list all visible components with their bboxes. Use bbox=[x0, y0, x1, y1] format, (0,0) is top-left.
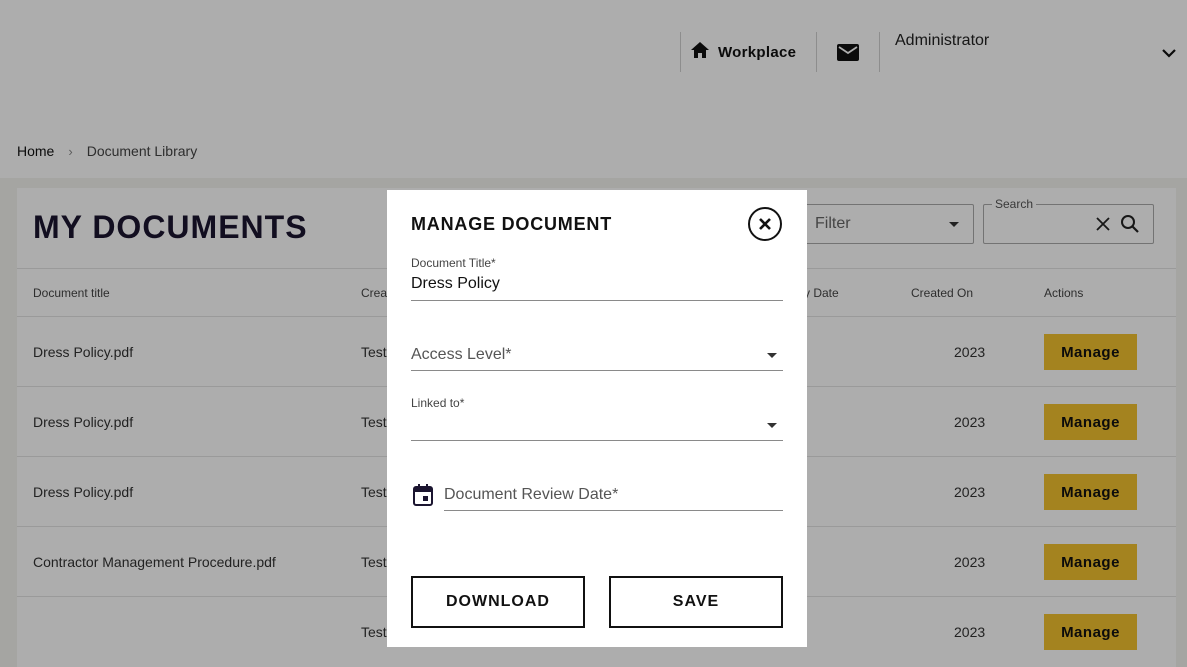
linked-to-select[interactable]: Linked to* bbox=[411, 396, 783, 441]
close-icon[interactable] bbox=[748, 207, 782, 241]
modal-title: MANAGE DOCUMENT bbox=[411, 214, 612, 234]
linked-to-label: Linked to* bbox=[411, 396, 465, 410]
document-title-value: Dress Policy bbox=[411, 275, 500, 292]
access-level-select[interactable]: Access Level* bbox=[411, 340, 783, 371]
access-level-placeholder: Access Level* bbox=[411, 346, 512, 363]
caret-down-icon bbox=[767, 353, 777, 358]
caret-down-icon bbox=[767, 423, 777, 428]
download-button[interactable]: DOWNLOAD bbox=[411, 576, 585, 628]
document-title-label: Document Title* bbox=[411, 256, 496, 270]
review-date-placeholder: Document Review Date* bbox=[444, 486, 619, 503]
manage-document-modal: MANAGE DOCUMENT Document Title* Dress Po… bbox=[387, 190, 807, 647]
save-button[interactable]: SAVE bbox=[609, 576, 783, 628]
review-date-field[interactable]: Document Review Date* bbox=[444, 480, 783, 511]
document-title-field[interactable]: Document Title* Dress Policy bbox=[411, 256, 783, 301]
calendar-icon[interactable] bbox=[413, 484, 433, 506]
